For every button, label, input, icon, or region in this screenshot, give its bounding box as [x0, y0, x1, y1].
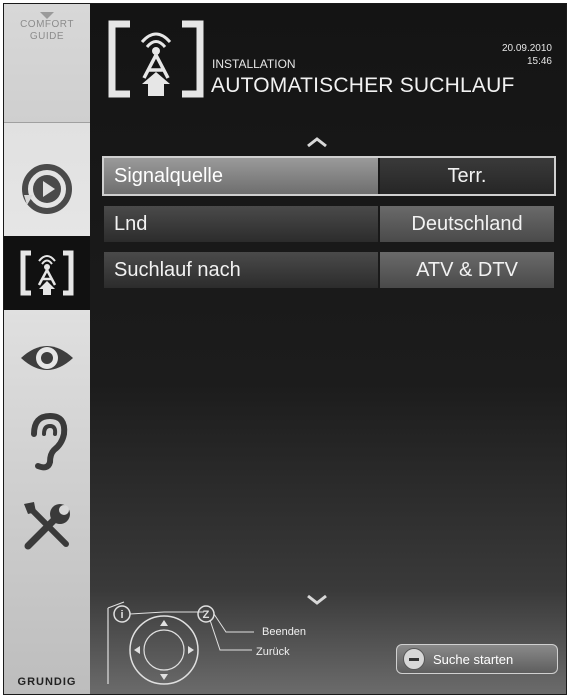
sidebar-item-installation[interactable] — [4, 236, 90, 310]
sidebar-item-settings[interactable] — [4, 492, 90, 562]
scroll-down-icon[interactable] — [306, 594, 328, 606]
tv-menu-window: COMFORT GUIDE GRUNDIG INSTALLATION AUTOM… — [3, 3, 567, 695]
date-text: 20.09.2010 — [501, 43, 552, 54]
chevron-down-icon — [40, 12, 54, 19]
menu-row-value[interactable]: ATV & DTV — [380, 252, 554, 288]
sidebar: COMFORT GUIDE GRUNDIG — [4, 4, 90, 694]
breadcrumb-category: INSTALLATION — [212, 57, 296, 71]
menu-row-label: Suchlauf nach — [104, 252, 378, 288]
source-icon — [22, 164, 72, 214]
date-time: 20.09.2010 15:46 — [502, 42, 552, 68]
brand-logo: GRUNDIG — [17, 676, 77, 688]
remote-navigation-icon: i Z — [107, 601, 254, 685]
eye-icon — [21, 346, 73, 370]
main-panel: INSTALLATION AUTOMATISCHER SUCHLAUF 20.0… — [90, 4, 566, 694]
sidebar-item-sound[interactable] — [4, 406, 90, 478]
menu-row-country[interactable]: Lnd Deutschland — [104, 206, 554, 242]
hint-exit: Beenden — [262, 626, 307, 638]
comfort-guide-label-1: COMFORT — [20, 19, 74, 30]
remote-key-back: Z — [203, 609, 210, 621]
remote-key-info: i — [120, 609, 123, 621]
installation-header-icon — [108, 20, 204, 98]
menu-row-value[interactable]: Deutschland — [380, 206, 554, 242]
menu-row-value[interactable]: Terr. — [380, 158, 554, 194]
sidebar-item-picture[interactable] — [4, 326, 90, 390]
red-button-icon — [403, 648, 425, 670]
installation-antenna-icon — [20, 250, 74, 296]
menu-row-label: Lnd — [104, 206, 378, 242]
scroll-up-icon[interactable] — [306, 136, 328, 148]
time-text: 15:46 — [526, 56, 552, 67]
tools-icon — [24, 502, 70, 550]
menu-row-label: Signalquelle — [104, 158, 378, 194]
hint-back: Zurück — [256, 646, 290, 658]
start-search-label: Suche starten — [433, 651, 514, 667]
menu-row-signal-source[interactable]: Signalquelle Terr. — [102, 156, 556, 196]
ear-icon — [31, 412, 68, 471]
sidebar-item-source[interactable] — [4, 154, 90, 224]
start-search-button[interactable]: Suche starten — [396, 644, 558, 674]
comfort-guide-button[interactable]: COMFORT GUIDE — [4, 4, 90, 123]
comfort-guide-label-2: GUIDE — [29, 31, 65, 42]
page-title: AUTOMATISCHER SUCHLAUF — [211, 74, 515, 97]
menu-row-search-type[interactable]: Suchlauf nach ATV & DTV — [104, 252, 554, 288]
